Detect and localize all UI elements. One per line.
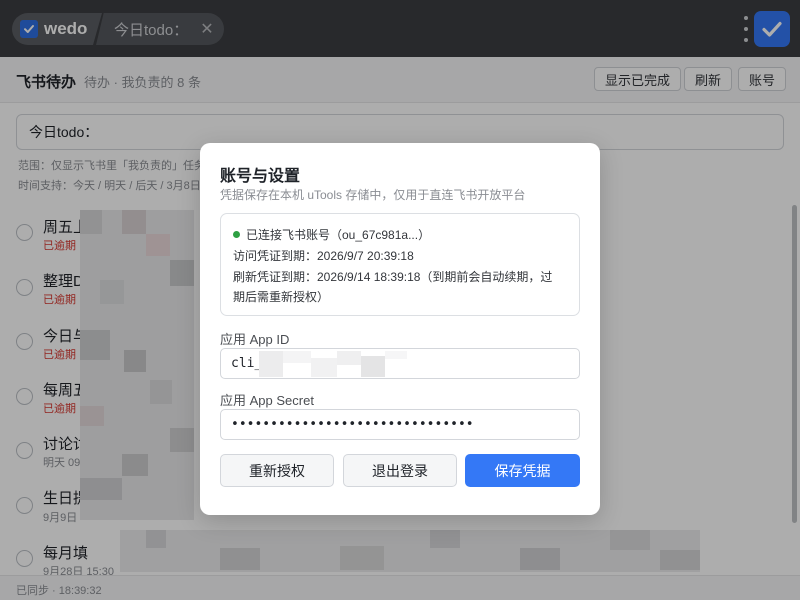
access-token-expiry: 访问凭证到期：2026/9/7 20:39:18 — [233, 249, 414, 263]
redaction-mosaic — [259, 351, 407, 377]
app-secret-label: 应用 App Secret — [220, 393, 314, 408]
status-dot-icon — [233, 231, 240, 238]
app-secret-field[interactable]: ••••••••••••••••••••••••••••••• — [220, 409, 580, 440]
account-settings-dialog: 账号与设置 凭据保存在本机 uTools 存储中，仅用于直连飞书开放平台 已连接… — [200, 143, 600, 515]
connected-status: 已连接飞书账号（ou_67c981a...） — [233, 226, 430, 243]
save-credentials-button[interactable]: 保存凭据 — [465, 454, 580, 487]
refresh-token-expiry-cont: 期后需重新授权） — [233, 290, 330, 304]
app-id-label: 应用 App ID — [220, 332, 290, 347]
app-secret-value: ••••••••••••••••••••••••••••••• — [231, 417, 474, 432]
connection-status-panel: 已连接飞书账号（ou_67c981a...） 访问凭证到期：2026/9/7 2… — [220, 213, 580, 316]
connected-account-text: 已连接飞书账号（ou_67c981a...） — [246, 228, 431, 242]
dialog-description: 凭据保存在本机 uTools 存储中，仅用于直连飞书开放平台 — [220, 188, 526, 202]
app-id-value: cli_ — [231, 356, 263, 371]
refresh-token-expiry: 刷新凭证到期：2026/9/14 18:39:18（到期前会自动续期，过 — [233, 270, 553, 284]
dialog-title: 账号与设置 — [220, 168, 301, 185]
app-id-field[interactable]: cli_ — [220, 348, 580, 379]
logout-button[interactable]: 退出登录 — [343, 454, 457, 487]
reauthorize-button[interactable]: 重新授权 — [220, 454, 334, 487]
